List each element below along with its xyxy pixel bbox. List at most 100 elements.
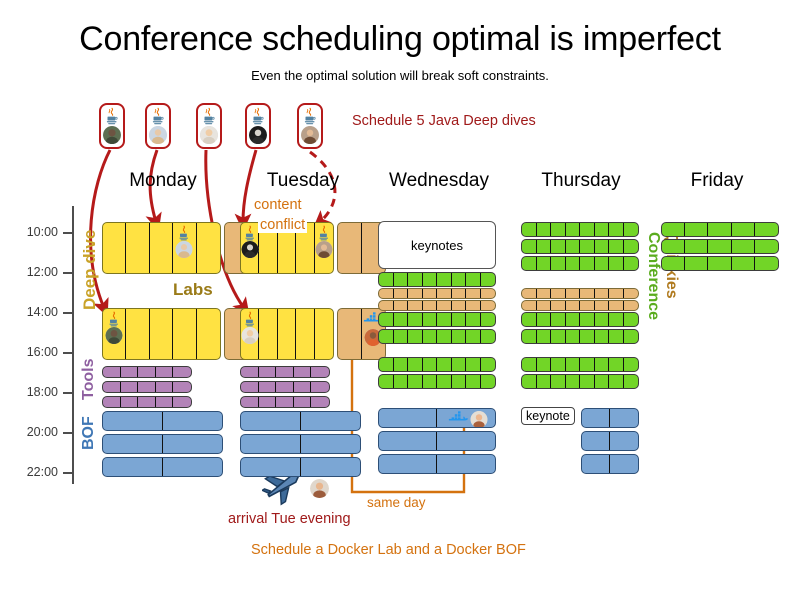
session-cell[interactable] [241, 223, 260, 273]
session-cell[interactable] [278, 309, 297, 359]
session-block-bof[interactable] [581, 408, 639, 428]
session-cell[interactable] [551, 257, 566, 270]
session-cell[interactable] [466, 330, 481, 343]
session-cell[interactable] [566, 330, 580, 343]
session-cell[interactable] [566, 358, 580, 371]
session-cell[interactable] [537, 289, 551, 298]
session-cell[interactable] [595, 223, 609, 236]
session-cell[interactable] [580, 223, 595, 236]
session-cell[interactable] [301, 412, 361, 430]
session-block-conference[interactable] [521, 239, 639, 254]
session-cell[interactable] [379, 289, 394, 298]
session-block-conference[interactable] [661, 222, 779, 237]
session-cell[interactable] [595, 257, 609, 270]
session-cell[interactable] [551, 289, 566, 298]
session-cell[interactable] [138, 382, 156, 392]
session-cell[interactable] [595, 289, 609, 298]
session-cell[interactable] [566, 240, 580, 253]
session-cell[interactable] [259, 309, 278, 359]
session-block-tools[interactable] [102, 396, 192, 408]
session-block-tools[interactable] [240, 366, 330, 378]
session-cell[interactable] [126, 309, 150, 359]
keynotes-box[interactable]: keynotes [378, 221, 496, 269]
session-cell[interactable] [163, 458, 223, 476]
session-cell[interactable] [138, 397, 156, 407]
session-block-quickies[interactable] [521, 357, 639, 372]
session-block-conference[interactable] [521, 312, 639, 327]
session-cell[interactable] [624, 313, 639, 326]
session-block-bof[interactable] [240, 457, 361, 477]
session-cell[interactable] [338, 223, 362, 273]
session-cell[interactable] [103, 458, 163, 476]
session-cell[interactable] [408, 313, 423, 326]
session-cell[interactable] [315, 309, 333, 359]
session-block-lab[interactable] [378, 288, 496, 299]
session-cell[interactable] [481, 358, 496, 371]
session-cell[interactable] [522, 375, 537, 388]
session-cell[interactable] [163, 412, 223, 430]
session-cell[interactable] [452, 358, 466, 371]
session-cell[interactable] [685, 223, 709, 236]
session-cell[interactable] [609, 375, 624, 388]
session-cell[interactable] [408, 330, 423, 343]
session-block-bof[interactable] [102, 434, 223, 454]
session-cell[interactable] [379, 301, 394, 310]
session-cell[interactable] [609, 240, 624, 253]
session-cell[interactable] [103, 223, 127, 273]
session-cell[interactable] [595, 240, 609, 253]
session-cell[interactable] [466, 301, 481, 310]
session-block-deep-dive[interactable] [102, 308, 221, 360]
session-cell[interactable] [103, 382, 121, 392]
session-cell[interactable] [408, 375, 423, 388]
session-cell[interactable] [338, 309, 362, 359]
session-cell[interactable] [294, 382, 312, 392]
session-cell[interactable] [609, 358, 624, 371]
session-cell[interactable] [708, 240, 732, 253]
session-cell[interactable] [662, 257, 686, 270]
session-cell[interactable] [452, 301, 466, 310]
session-cell[interactable] [394, 330, 408, 343]
session-cell[interactable] [537, 375, 551, 388]
session-cell[interactable] [708, 223, 732, 236]
session-block-deep-dive[interactable] [240, 308, 334, 360]
session-cell[interactable] [566, 313, 580, 326]
speaker-card-5[interactable] [297, 103, 323, 149]
session-cell[interactable] [103, 412, 163, 430]
session-cell[interactable] [481, 273, 496, 286]
session-cell[interactable] [481, 289, 496, 298]
session-cell[interactable] [755, 257, 778, 270]
session-block-bof[interactable] [102, 457, 223, 477]
session-cell[interactable] [276, 367, 294, 377]
session-cell[interactable] [755, 240, 778, 253]
keynote-badge[interactable]: keynote [521, 407, 575, 425]
session-cell[interactable] [580, 240, 595, 253]
session-cell[interactable] [522, 257, 537, 270]
session-cell[interactable] [551, 301, 566, 310]
session-cell[interactable] [311, 397, 329, 407]
session-cell[interactable] [595, 301, 609, 310]
session-cell[interactable] [466, 358, 481, 371]
session-cell[interactable] [126, 223, 150, 273]
session-cell[interactable] [408, 273, 423, 286]
session-cell[interactable] [394, 375, 408, 388]
session-cell[interactable] [537, 240, 551, 253]
session-cell[interactable] [437, 289, 452, 298]
session-cell[interactable] [156, 382, 174, 392]
session-cell[interactable] [624, 301, 639, 310]
session-cell[interactable] [580, 313, 595, 326]
session-cell[interactable] [197, 223, 220, 273]
session-block-conference[interactable] [661, 239, 779, 254]
session-cell[interactable] [173, 382, 191, 392]
session-block-bof[interactable] [581, 454, 639, 474]
session-cell[interactable] [379, 330, 394, 343]
session-cell[interactable] [294, 367, 312, 377]
session-cell[interactable] [259, 382, 277, 392]
session-cell[interactable] [466, 273, 481, 286]
session-cell[interactable] [276, 382, 294, 392]
session-block-conference[interactable] [378, 329, 496, 344]
session-block-conference[interactable] [378, 272, 496, 287]
session-cell[interactable] [551, 240, 566, 253]
session-block-conference[interactable] [378, 312, 496, 327]
session-cell[interactable] [582, 432, 610, 450]
session-cell[interactable] [537, 313, 551, 326]
